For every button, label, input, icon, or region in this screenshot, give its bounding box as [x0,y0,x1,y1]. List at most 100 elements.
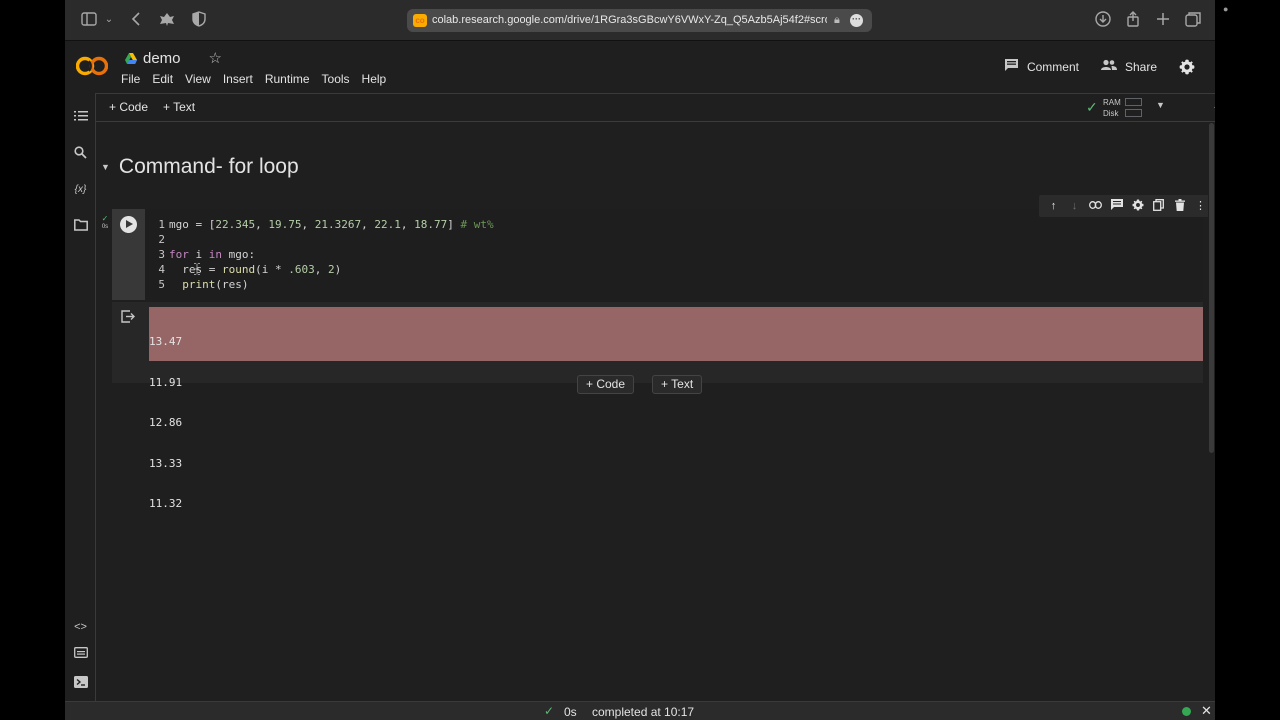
collapse-header-icon[interactable] [1214,100,1215,112]
comment-button[interactable]: Comment [1004,58,1079,75]
text-cursor-icon [194,263,200,275]
drive-icon [125,52,137,64]
header-actions: Comment Share [982,58,1195,75]
menu-view[interactable]: View [185,72,217,86]
shield-icon[interactable] [189,10,209,30]
add-code-button[interactable]: + Code [109,100,148,114]
code-line: 5 print(res) [145,277,248,292]
collapse-caret-icon[interactable]: ▼ [101,162,110,172]
output-line: 12.86 [149,416,183,429]
output-text[interactable]: 13.47 11.91 12.86 13.33 11.32 [149,308,215,538]
variables-icon[interactable]: {x} [73,182,88,197]
colab-logo[interactable] [76,55,108,77]
indicator-dot: ● [1223,4,1229,14]
address-bar[interactable]: co colab.research.google.com/drive/1RGra… [407,9,872,32]
doc-title-row: demo ☆ [125,48,222,68]
disk-label: Disk [1103,109,1119,118]
code-cell[interactable]: ✓ 0s 1 mgo = [22.345, 19.75, 21.3267, 22.… [102,195,1208,510]
tabs-icon[interactable] [1183,10,1203,30]
notebook-toolbar: + Code + Text ✓ RAM Disk ▼ [96,93,1215,122]
lock-icon: 🔒︎ [834,14,840,26]
link-icon[interactable] [1089,199,1103,213]
mirror-cell-icon[interactable] [1152,199,1166,213]
run-cell-button[interactable] [120,216,137,233]
close-icon[interactable]: ✕ [1201,703,1212,719]
section-title: Command- for loop [118,155,299,178]
line-number: 4 [158,263,165,276]
search-icon[interactable] [73,146,88,161]
people-icon [1100,59,1117,74]
back-icon[interactable] [127,10,147,30]
output-line: 11.32 [149,497,183,510]
scrollbar[interactable] [1208,123,1215,701]
menu-tools[interactable]: Tools [322,72,356,86]
menu-runtime[interactable]: Runtime [265,72,316,86]
left-rail: {x} <> [65,93,96,701]
trash-icon[interactable] [1173,199,1187,213]
add-text-button[interactable]: + Text [163,100,195,114]
comment-icon[interactable] [1110,199,1124,213]
scroll-thumb[interactable] [1209,123,1214,453]
text-selection-highlight [149,307,1203,361]
gear-icon[interactable] [1131,199,1145,213]
output-actions-icon[interactable] [121,310,135,324]
gear-icon[interactable] [1179,59,1195,75]
more-vert-icon[interactable]: ⋮ [1194,199,1208,213]
status-bar: ✓ 0s completed at 10:17 ✕ [65,701,1215,720]
code-line: 1 mgo = [22.345, 19.75, 21.3267, 22.1, 18… [145,217,493,232]
code-snippets-icon[interactable]: <> [73,620,88,635]
disk-bar [1125,109,1142,117]
chevron-down-icon[interactable]: ⌄ [99,10,119,30]
colab-header: demo ☆ File Edit View Insert Runtime Too… [65,41,1215,93]
colab-favicon: co [413,14,427,27]
move-up-icon[interactable]: ↑ [1047,199,1061,213]
add-text-button[interactable]: + Text [652,375,703,394]
menu-edit[interactable]: Edit [152,72,179,86]
code-editor[interactable]: 1 mgo = [22.345, 19.75, 21.3267, 22.1, 18… [145,209,1203,300]
add-code-button[interactable]: + Code [577,375,635,394]
screen-edge: ● [1215,0,1280,720]
comment-label: Comment [1026,59,1079,74]
star-icon[interactable]: ☆ [209,49,222,67]
comment-icon [1004,58,1019,75]
code-line: 2 [145,232,169,247]
line-number: 5 [158,278,165,291]
terminal-icon[interactable] [73,676,88,691]
share-button[interactable]: Share [1100,59,1157,74]
line-number: 2 [158,233,165,246]
share-icon[interactable] [1123,10,1143,30]
command-palette-icon[interactable] [73,647,88,662]
folder-icon[interactable] [73,219,88,234]
menu-insert[interactable]: Insert [223,72,259,86]
line-number: 1 [158,218,165,231]
output-line: 11.91 [149,375,183,389]
execution-status: ✓ 0s [98,215,112,231]
menu-bar: File Edit View Insert Runtime Tools Help [121,72,398,86]
ram-disk-indicator[interactable]: ✓ RAM Disk ▼ [1086,96,1166,120]
table-of-contents-icon[interactable] [73,110,88,125]
new-tab-icon[interactable] [1153,10,1173,30]
browser-window: ⌄ co colab.research.google.com/drive/1RG… [65,0,1215,720]
code-text: for i in mgo: [169,248,256,261]
notebook-area: ▼ Command- for loop ✓ 0s 1 mgo = [22.345,… [96,123,1208,701]
cell-action-toolbar: ↑ ↓ ⋮ [1039,195,1208,217]
extension-icon[interactable] [157,10,177,30]
ram-bar [1125,98,1142,106]
doc-title[interactable]: demo [143,50,181,67]
completion-text: completed at 10:17 [592,705,695,719]
move-down-icon[interactable]: ↓ [1068,199,1082,213]
menu-help[interactable]: Help [362,72,393,86]
more-icon[interactable]: ··· [850,14,863,27]
output-line: 13.33 [149,456,183,470]
section-heading[interactable]: ▼ Command- for loop [99,155,299,179]
cell-output: 13.47 11.91 12.86 13.33 11.32 [112,302,1203,510]
add-cell-bar: + Code + Text [577,375,703,394]
menu-file[interactable]: File [121,72,146,86]
execution-time: 0s [564,705,577,719]
sidebar-icon[interactable] [79,10,99,30]
connection-status-dot [1182,707,1191,716]
runtime-dropdown-icon[interactable]: ▼ [1156,100,1165,110]
download-icon[interactable] [1093,10,1113,30]
connected-check-icon: ✓ [1086,99,1098,115]
output-line: 13.47 [149,335,183,348]
